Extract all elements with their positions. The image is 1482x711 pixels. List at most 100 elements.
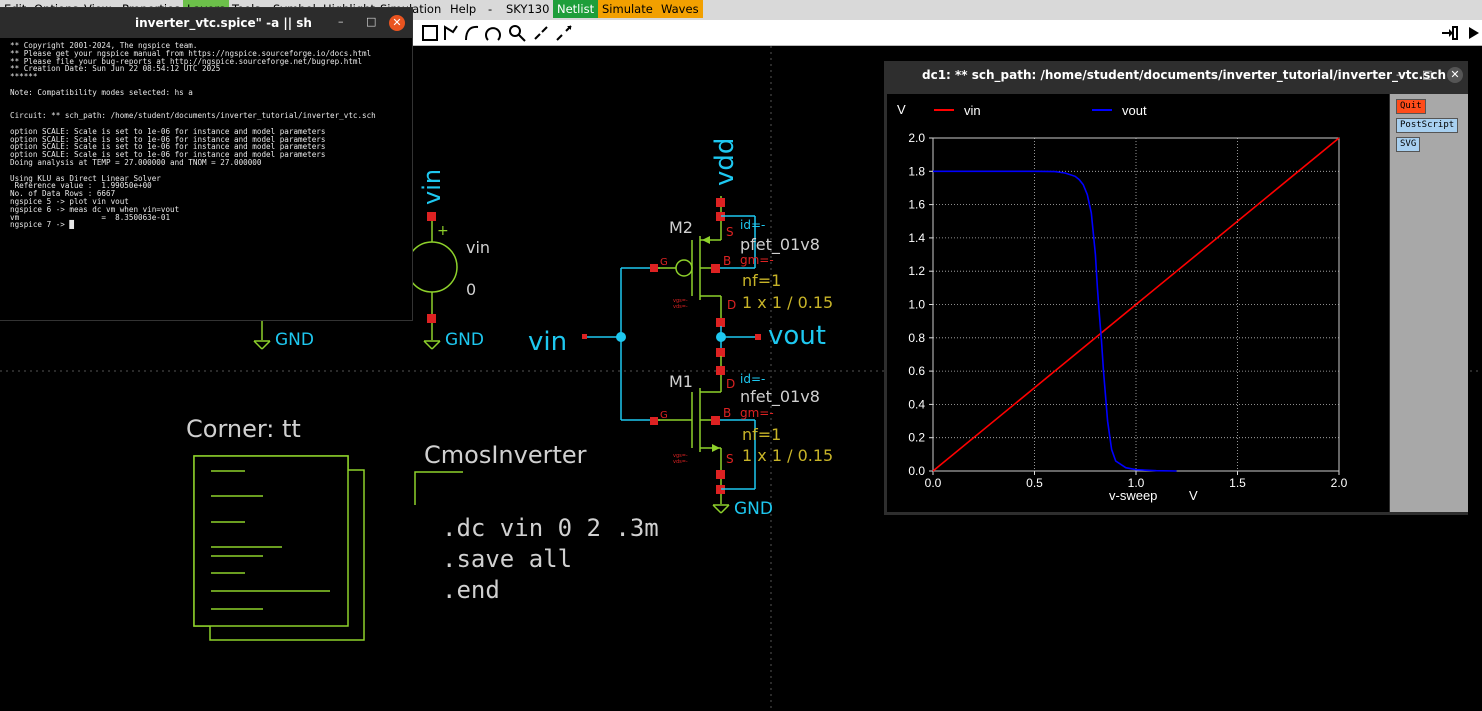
- waveform-plot[interactable]: 0.0 0.2 0.4 0.6 0.8 1.0 1.2 1.4 1.6 1.8 2.0 0.0 0.5 1…: [887, 94, 1389, 512]
- legend-label-vout: vout: [1122, 103, 1147, 118]
- arc-tool-icon[interactable]: [462, 23, 482, 43]
- netlist-line-2: .save all: [442, 545, 572, 573]
- x-tick-label: 2.0: [1331, 476, 1348, 490]
- play-icon[interactable]: [1463, 23, 1482, 43]
- m1-size: 1 x 1 / 0.15: [742, 446, 833, 465]
- m2-vds: vds=-: [673, 304, 688, 310]
- vtc-chart: 0.0 0.2 0.4 0.6 0.8 1.0 1.2 1.4 1.6 1.8 2.0 0.0 0.5 1…: [897, 102, 1348, 503]
- vin-port-label: vin: [528, 327, 567, 357]
- insert-symbol-icon[interactable]: [1440, 23, 1460, 43]
- quit-button[interactable]: Quit: [1396, 99, 1426, 114]
- m1-nf: nf=1: [742, 425, 781, 444]
- m1-vds: vds=-: [673, 459, 688, 465]
- waveform-title: dc1: ** sch_path: /home/student/document…: [922, 68, 1447, 82]
- m1-label: M1: [669, 372, 693, 391]
- svg-button[interactable]: SVG: [1396, 137, 1421, 152]
- menu-separator: -: [488, 2, 493, 16]
- vout-node[interactable]: vout: [716, 318, 826, 357]
- wave-maximize-icon[interactable]: □: [1422, 68, 1432, 81]
- m1-id: id=-: [740, 372, 765, 386]
- vout-port-label: vout: [768, 321, 826, 351]
- terminal-line: Circuit: ** sch_path: /home/student/docu…: [10, 111, 376, 121]
- y-tick-label: 1.2: [908, 264, 925, 278]
- cmos-inverter-label: CmosInverter: [424, 441, 587, 469]
- y-tick-label: 2.0: [908, 131, 925, 145]
- polygon-tool-icon[interactable]: [441, 23, 461, 43]
- close-icon[interactable]: ✕: [389, 15, 405, 31]
- m2-model: pfet_01v8: [740, 235, 820, 255]
- y-tick-label: 1.4: [908, 231, 925, 245]
- terminal-title: inverter_vtc.spice" -a || sh: [135, 16, 312, 30]
- waveform-window[interactable]: dc1: ** sch_path: /home/student/document…: [884, 61, 1468, 515]
- wave-close-icon[interactable]: ✕: [1447, 67, 1463, 83]
- circle-tool-icon[interactable]: [483, 23, 503, 43]
- simulate-button[interactable]: Simulate: [598, 0, 657, 18]
- m2-gm: gm=-: [740, 253, 774, 267]
- code-block-icon[interactable]: [193, 455, 365, 641]
- vin-net-label-top: vin: [418, 169, 446, 205]
- y-tick-label: 0.6: [908, 364, 925, 378]
- m2-size: 1 x 1 / 0.15: [742, 293, 833, 312]
- netlist-line-1: .dc vin 0 2 .3m: [442, 514, 659, 542]
- x-tick-label: 0.5: [1026, 476, 1043, 490]
- y-tick-label: 0.8: [908, 331, 925, 345]
- x-axis-unit: V: [1189, 488, 1198, 503]
- netlist-button[interactable]: Netlist: [553, 0, 599, 18]
- m1-pin-d: D: [726, 377, 735, 391]
- legend-label-vin: vin: [964, 103, 981, 118]
- m1-model: nfet_01v8: [740, 387, 820, 407]
- series-line-vout: [933, 170, 1177, 472]
- terminal-line: Doing analysis at TEMP = 27.000000 and T…: [10, 157, 262, 167]
- waves-button[interactable]: Waves: [657, 0, 703, 18]
- postscript-button[interactable]: PostScript: [1396, 118, 1459, 133]
- corner-label: Corner: tt: [186, 415, 301, 443]
- y-tick-label: 0.2: [908, 431, 925, 445]
- nmos-m1[interactable]: M1 G GND D B S id=- gm=- nfet_01v8 nf=1 …: [650, 356, 833, 519]
- m2-id: id=-: [740, 218, 765, 232]
- pmos-m2[interactable]: M2 G S B D id=- gm=- pfet_01v8 nf=1 1 x …: [650, 196, 833, 326]
- x-tick-label: 1.5: [1229, 476, 1246, 490]
- netlist-line-3: .end: [442, 576, 500, 604]
- gnd-label-m1: GND: [734, 499, 773, 519]
- terminal-window[interactable]: inverter_vtc.spice" -a || sh – □ ✕ ** Co…: [0, 8, 412, 320]
- waveform-sidebar: Quit PostScript SVG: [1390, 94, 1468, 512]
- y-tick-label: 1.8: [908, 164, 925, 178]
- inverter-input-wiring[interactable]: vin: [528, 267, 660, 421]
- rectangle-tool-icon[interactable]: [420, 23, 440, 43]
- y-tick-label: 0.4: [908, 397, 925, 411]
- m2-pin-s: S: [726, 225, 734, 239]
- minimize-icon[interactable]: –: [338, 15, 344, 28]
- y-tick-label: 0.0: [908, 464, 925, 478]
- terminal-line: ** Creation Date: Sun Jun 22 08:54:12 UT…: [10, 64, 221, 74]
- terminal-output[interactable]: ** Copyright 2001-2024, The ngspice team…: [10, 42, 410, 229]
- vdd-net-label: vdd: [710, 138, 740, 186]
- y-tick-label: 1.0: [908, 298, 925, 312]
- zoom-out-icon[interactable]: [554, 23, 574, 43]
- wave-minimize-icon[interactable]: –: [1396, 68, 1402, 81]
- m2-pin-d: D: [727, 298, 736, 312]
- terminal-line: ******: [10, 72, 38, 82]
- terminal-line: ngspice 7 -> █: [10, 220, 75, 230]
- maximize-icon[interactable]: □: [366, 15, 376, 28]
- terminal-line: Note: Compatibility modes selected: hs a: [10, 87, 193, 97]
- x-axis-label: v-sweep: [1109, 488, 1157, 503]
- gnd-label-vsrc: GND: [445, 330, 484, 350]
- gnd-label: GND: [275, 330, 314, 350]
- m2-pin-g: G: [660, 257, 668, 268]
- menu-help[interactable]: Help: [450, 2, 476, 16]
- zoom-in-icon[interactable]: [531, 23, 551, 43]
- vsrc-value: 0: [466, 280, 476, 299]
- vsrc-name: vin: [466, 238, 490, 257]
- voltage-source-vin[interactable]: vin + vin 0 GND: [406, 169, 490, 350]
- svg-text:+: +: [437, 223, 449, 239]
- m2-pin-b: B: [723, 254, 731, 268]
- y-tick-label: 1.6: [908, 198, 925, 212]
- terminal-titlebar[interactable]: inverter_vtc.spice" -a || sh – □ ✕: [0, 8, 412, 38]
- y-axis-label: V: [897, 102, 906, 117]
- zoom-icon[interactable]: [507, 23, 527, 43]
- m1-gm: gm=-: [740, 406, 774, 420]
- m2-label: M2: [669, 218, 693, 237]
- menu-sky130[interactable]: SKY130: [506, 2, 549, 16]
- waveform-titlebar[interactable]: dc1: ** sch_path: /home/student/document…: [884, 61, 1468, 89]
